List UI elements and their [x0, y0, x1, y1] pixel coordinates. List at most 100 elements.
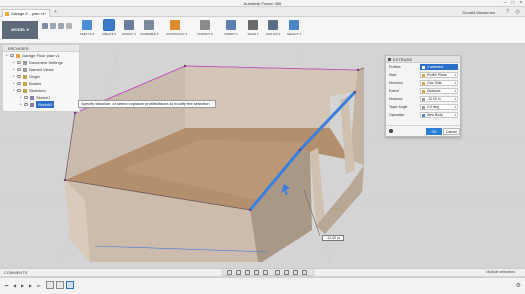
- extrude-row-value[interactable]: 1 selected ×: [420, 64, 458, 70]
- vertex[interactable]: [356, 68, 360, 72]
- pan-icon[interactable]: [245, 270, 250, 275]
- vertex[interactable]: [353, 90, 357, 94]
- toolbar-insert-group[interactable]: INSERT ▾: [222, 20, 240, 36]
- tab-bar: Garage fl ...plan v1* + Donald Mesarmes …: [0, 7, 525, 17]
- browser-node[interactable]: ▸ Document Settings: [3, 59, 79, 66]
- extrude-row-value[interactable]: New Body ▾: [420, 112, 458, 118]
- toolbar-sketch-group[interactable]: SKETCH ▾: [78, 20, 96, 36]
- cancel-button[interactable]: Cancel: [443, 128, 460, 135]
- toolbar-inspect-group[interactable]: INSPECT ▾: [196, 20, 214, 36]
- undo-icon[interactable]: [66, 23, 72, 29]
- visibility-icon[interactable]: [17, 82, 21, 85]
- zoom-icon[interactable]: [254, 270, 259, 275]
- workspace-switcher[interactable]: MODEL ▾: [2, 21, 38, 39]
- visibility-icon[interactable]: [17, 75, 21, 78]
- browser-node[interactable]: ▸ Sketch2: [3, 101, 79, 108]
- browser-node-label: Sketch1: [36, 95, 51, 100]
- toolbar-addins-group[interactable]: ADD-INS ▾: [264, 20, 282, 36]
- extrude-row-value[interactable]: -12.00 in ▾: [420, 96, 458, 102]
- expand-icon[interactable]: ▸: [13, 59, 15, 66]
- toolbar-create-group[interactable]: CREATE ▾: [100, 19, 118, 36]
- new-tab-icon[interactable]: +: [52, 9, 59, 16]
- chevron-down-icon[interactable]: ▾: [454, 89, 456, 93]
- extrude-row-value[interactable]: Profile Plane ▾: [420, 72, 458, 78]
- ok-button[interactable]: OK: [426, 128, 442, 135]
- toolbar-select-group[interactable]: SELECT ▾: [285, 20, 303, 36]
- file-icon[interactable]: [50, 23, 56, 29]
- grid-settings-icon[interactable]: [284, 270, 289, 275]
- look-at-icon[interactable]: [236, 270, 241, 275]
- vertex[interactable]: [183, 64, 187, 68]
- chevron-down-icon[interactable]: ▾: [454, 73, 456, 77]
- vertex[interactable]: [73, 111, 77, 115]
- extrude-row-value[interactable]: 0.0 deg ▾: [420, 104, 458, 110]
- visibility-icon[interactable]: [24, 103, 28, 106]
- toolbar-assemble-group[interactable]: ASSEMBLE ▾: [140, 20, 159, 36]
- title-bar: Autodesk Fusion 360 – □ ×: [0, 0, 525, 7]
- gear-icon[interactable]: ⚙: [516, 282, 521, 289]
- fit-icon[interactable]: [263, 270, 268, 275]
- display-settings-icon[interactable]: [275, 270, 280, 275]
- toolbar-group-label: CREATE ▾: [101, 32, 117, 36]
- visibility-icon[interactable]: [24, 96, 28, 99]
- timeline-sketch2[interactable]: [56, 281, 64, 289]
- extrude-row-value[interactable]: Distance ▾: [420, 88, 458, 94]
- maximize-icon[interactable]: □: [509, 0, 517, 7]
- save-icon[interactable]: [58, 23, 64, 29]
- chevron-down-icon[interactable]: ▾: [454, 105, 456, 109]
- toolbar-modify-group[interactable]: MODIFY ▾: [120, 20, 138, 36]
- browser-node[interactable]: ▸ Garage Floor plan v1: [3, 52, 79, 59]
- previous-step-icon[interactable]: ◀: [12, 283, 17, 288]
- clear-icon[interactable]: ×: [454, 65, 456, 69]
- collapse-icon[interactable]: [388, 58, 391, 61]
- toolbar-construct-group[interactable]: CONSTRUCT ▾: [166, 20, 187, 36]
- vertex[interactable]: [248, 208, 252, 212]
- insert-icon: [226, 20, 236, 30]
- visibility-icon[interactable]: [17, 61, 21, 64]
- play-icon[interactable]: ▶: [20, 283, 25, 288]
- help-icon[interactable]: ?: [504, 9, 511, 16]
- chevron-down-icon[interactable]: ▾: [454, 97, 456, 101]
- extrude-row-value[interactable]: One Side ▾: [420, 80, 458, 86]
- orbit-icon[interactable]: [227, 270, 232, 275]
- minimize-icon[interactable]: –: [501, 0, 509, 7]
- environment-icon[interactable]: [302, 270, 307, 275]
- browser-node-label: Document Settings: [29, 60, 63, 65]
- visibility-icon[interactable]: [17, 68, 21, 71]
- distance-input[interactable]: -12.00 in: [322, 235, 344, 241]
- next-step-icon[interactable]: ▶: [28, 283, 33, 288]
- timeline-sketch1[interactable]: [46, 281, 54, 289]
- option-icon: [422, 66, 425, 69]
- vertex[interactable]: [298, 148, 302, 152]
- first-step-icon[interactable]: ⏮: [4, 283, 9, 288]
- chevron-down-icon[interactable]: ▾: [454, 113, 456, 117]
- timeline-extrude[interactable]: [66, 281, 74, 289]
- chevron-down-icon[interactable]: ▾: [454, 81, 456, 85]
- notification-icon[interactable]: ◷: [514, 9, 521, 16]
- visibility-icon[interactable]: [17, 89, 21, 92]
- data-panel-icon[interactable]: [42, 23, 48, 29]
- info-icon[interactable]: i: [389, 129, 393, 133]
- browser-node[interactable]: ▸ Bodies: [3, 80, 79, 87]
- vertex[interactable]: [63, 178, 67, 182]
- viewports-icon[interactable]: [293, 270, 298, 275]
- toolbar-make-group[interactable]: MAKE ▾: [244, 20, 262, 36]
- expand-icon[interactable]: ▸: [13, 87, 15, 94]
- expand-icon[interactable]: ▸: [13, 73, 15, 80]
- expand-icon[interactable]: ▸: [20, 94, 22, 101]
- browser-node[interactable]: ▸ Sketches: [3, 87, 79, 94]
- expand-icon[interactable]: ▸: [13, 80, 15, 87]
- close-icon[interactable]: ×: [517, 0, 525, 7]
- expand-icon[interactable]: ▸: [20, 101, 22, 108]
- document-tab[interactable]: Garage fl ...plan v1*: [2, 9, 50, 17]
- browser-node[interactable]: ▸ Origin: [3, 73, 79, 80]
- extrude-row-value-text: 0.0 deg: [427, 105, 439, 109]
- visibility-icon[interactable]: [10, 54, 14, 57]
- browser-node[interactable]: ▸ Sketch1: [3, 94, 79, 101]
- expand-icon[interactable]: ▸: [13, 66, 15, 73]
- assemble-icon: [144, 20, 154, 30]
- user-name[interactable]: Donald Mesarmes: [463, 10, 495, 15]
- expand-icon[interactable]: ▸: [6, 52, 8, 59]
- last-step-icon[interactable]: ⏭: [36, 283, 41, 288]
- browser-node[interactable]: ▸ Named Views: [3, 66, 79, 73]
